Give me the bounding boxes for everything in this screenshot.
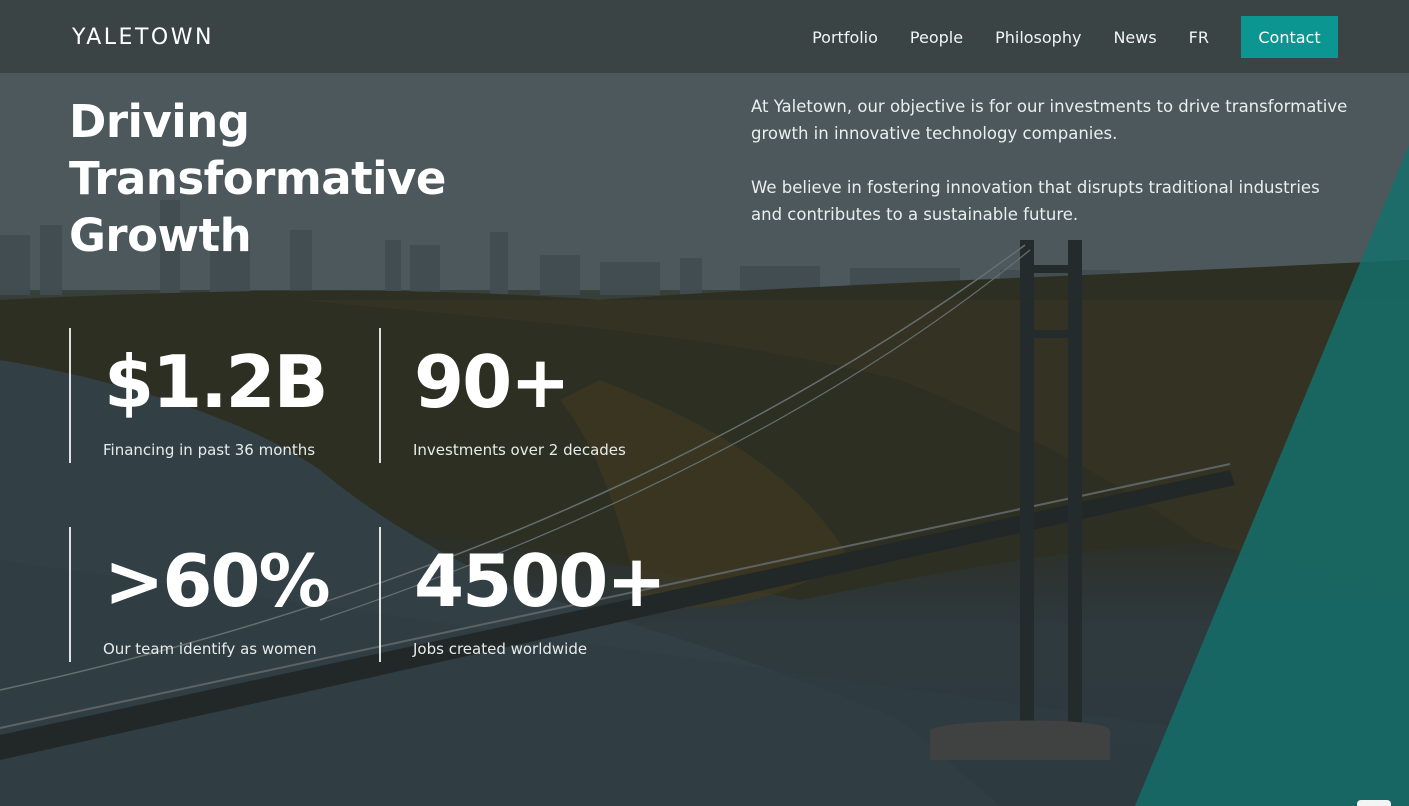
intro-paragraph-1: At Yaletown, our objective is for our in… [751,97,1348,143]
stat-value: $1.2B [104,340,329,424]
stat-label: Investments over 2 decades [413,441,626,459]
hero-intro: At Yaletown, our objective is for our in… [751,93,1351,228]
nav-news[interactable]: News [1113,28,1156,47]
nav-portfolio[interactable]: Portfolio [812,28,878,47]
intro-paragraph-2: We believe in fostering innovation that … [751,178,1320,224]
stat-financing: $1.2B Financing in past 36 months [69,328,329,463]
nav-people[interactable]: People [910,28,963,47]
nav-philosophy[interactable]: Philosophy [995,28,1081,47]
stat-value: 90+ [414,340,571,424]
stat-value: 4500+ [414,539,667,623]
stat-investments: 90+ Investments over 2 decades [379,328,626,463]
headline-line-2: Transformative [69,152,446,205]
headline-line-1: Driving [69,95,250,148]
chat-widget-tab[interactable] [1357,800,1391,806]
yaletown-logo[interactable]: YALETOWN [72,25,214,50]
stat-label: Jobs created worldwide [413,640,588,658]
nav-language-fr[interactable]: FR [1189,28,1209,47]
stat-label: Financing in past 36 months [103,441,316,459]
stat-value: >60% [104,539,331,623]
hero-headline: Driving Transformative Growth [69,93,469,264]
headline-line-3: Growth [69,209,252,262]
stat-jobs: 4500+ Jobs created worldwide [379,527,667,662]
main-nav: Portfolio People Philosophy News FR Cont… [812,16,1338,58]
contact-button[interactable]: Contact [1241,16,1338,58]
stat-women: >60% Our team identify as women [69,527,331,662]
site-header: YALETOWN Portfolio People Philosophy New… [0,0,1409,73]
stat-label: Our team identify as women [103,640,317,658]
